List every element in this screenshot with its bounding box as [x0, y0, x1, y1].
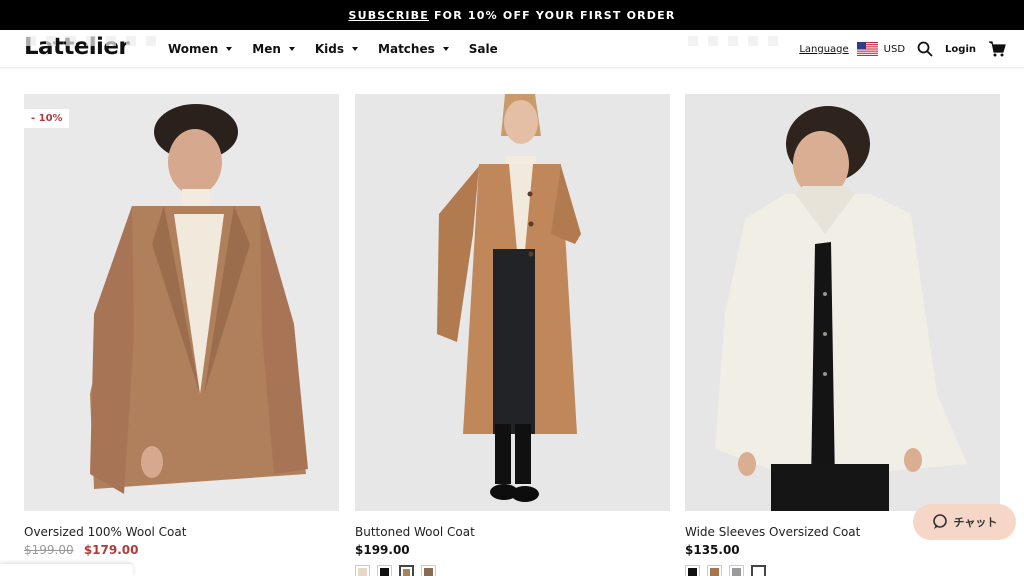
original-price: $199.00 [24, 543, 74, 557]
swatch-fill [755, 569, 762, 576]
nav-label: Matches [378, 42, 435, 56]
swatch-camel[interactable] [399, 565, 414, 576]
promo-text: FOR 10% OFF YOUR FIRST ORDER [433, 8, 676, 22]
nav-item-matches[interactable]: Matches [378, 42, 449, 56]
swatch-black[interactable] [377, 565, 392, 576]
swatch-fill [688, 568, 697, 576]
nav-item-men[interactable]: Men [252, 42, 295, 56]
caret-down-icon [442, 47, 449, 51]
login-link[interactable]: Login [945, 44, 976, 55]
product-image[interactable]: - 10% [24, 94, 339, 511]
product-image[interactable] [685, 94, 1000, 511]
swatch-fill [732, 568, 741, 576]
swatch-fill [403, 569, 410, 576]
subscribe-link[interactable]: SUBSCRIBE [348, 9, 429, 22]
nav-label: Sale [468, 42, 498, 56]
product-price-row: $135.00 [685, 543, 1000, 557]
sale-price: $179.00 [83, 543, 139, 557]
promo-banner: SUBSCRIBE FOR 10% OFF YOUR FIRST ORDER [0, 0, 1024, 30]
chat-bubble-icon [932, 514, 947, 529]
nav-label: Kids [314, 42, 345, 56]
swatch-fill [380, 568, 389, 576]
cart-icon[interactable] [988, 40, 1006, 58]
nav-item-sale[interactable]: Sale [469, 42, 498, 56]
header-tools: Language USD Login [799, 30, 1006, 68]
product-price-row: $199.00 [355, 543, 670, 557]
discount-badge: - 10% [24, 109, 69, 128]
chat-button[interactable]: チャット [913, 504, 1016, 540]
swatch-brown[interactable] [421, 565, 436, 576]
site-header: Lattelier Women Men Kids Matches Sale La… [0, 30, 1024, 68]
main-nav: Women Men Kids Matches Sale [168, 30, 518, 68]
color-swatches [685, 565, 773, 576]
bottom-drawer-edge[interactable] [0, 564, 133, 576]
swatch-white[interactable] [751, 565, 766, 576]
nav-label: Women [168, 42, 219, 56]
chat-label: チャット [953, 516, 998, 529]
caret-down-icon [288, 47, 295, 51]
nav-item-kids[interactable]: Kids [314, 42, 359, 56]
product-image[interactable] [355, 94, 670, 511]
swatch-fill [710, 568, 719, 576]
swatch-caramel[interactable] [707, 565, 722, 576]
us-flag-icon[interactable] [856, 42, 878, 56]
swatch-fill [358, 568, 367, 576]
swatch-black[interactable] [685, 565, 700, 576]
language-selector[interactable]: Language [799, 44, 848, 55]
color-swatches [355, 565, 443, 576]
swatch-cream[interactable] [355, 565, 370, 576]
product-price: $199.00 [355, 543, 410, 557]
currency-selector[interactable]: USD [884, 44, 905, 55]
ghost-swatches-left [26, 36, 166, 46]
product-name[interactable]: Oversized 100% Wool Coat [24, 525, 339, 539]
product-card[interactable]: - 10% Oversized 100% Wool Coat $199.00 $… [24, 94, 339, 557]
product-name[interactable]: Buttoned Wool Coat [355, 525, 670, 539]
product-photo [355, 94, 670, 511]
swatch-gray[interactable] [729, 565, 744, 576]
search-icon[interactable] [917, 41, 933, 57]
product-price-row: $199.00 $179.00 [24, 543, 339, 557]
product-card[interactable]: Buttoned Wool Coat $199.00 [355, 94, 670, 557]
swatch-fill [424, 568, 433, 576]
product-card[interactable]: Wide Sleeves Oversized Coat $135.00 [685, 94, 1000, 557]
ghost-swatches-right [688, 36, 788, 46]
product-photo [24, 94, 339, 511]
caret-down-icon [226, 47, 233, 51]
nav-item-women[interactable]: Women [168, 42, 233, 56]
nav-label: Men [252, 42, 281, 56]
product-photo [685, 94, 1000, 511]
product-price: $135.00 [685, 543, 740, 557]
caret-down-icon [352, 47, 359, 51]
